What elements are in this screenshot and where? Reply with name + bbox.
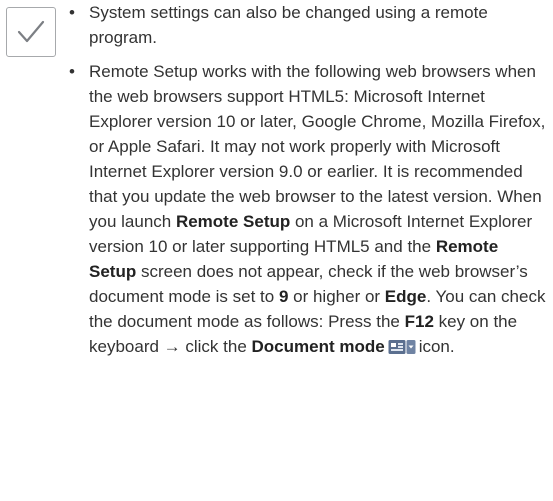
list-item: • System settings can also be changed us… xyxy=(64,0,550,50)
note-box xyxy=(6,7,56,57)
list-item: • Remote Setup works with the following … xyxy=(64,59,550,359)
bullet-marker: • xyxy=(69,3,75,22)
note-text: System settings can also be changed usin… xyxy=(89,3,488,47)
checkmark-icon xyxy=(17,20,45,43)
note-text-segment: icon. xyxy=(418,337,455,356)
edge-mode-value: Edge xyxy=(384,287,427,306)
document-mode-term: Document mode xyxy=(251,337,385,356)
note-text-segment: or higher or xyxy=(288,287,385,306)
notes-list: • System settings can also be changed us… xyxy=(64,0,550,359)
remote-setup-term: Remote Setup xyxy=(175,212,291,231)
bullet-marker: • xyxy=(69,62,75,81)
document-mode-value: 9 xyxy=(278,287,289,306)
note-text-segment: Remote Setup works with the following we… xyxy=(89,62,546,231)
document-mode-icon xyxy=(388,339,416,355)
f12-key: F12 xyxy=(404,312,434,331)
